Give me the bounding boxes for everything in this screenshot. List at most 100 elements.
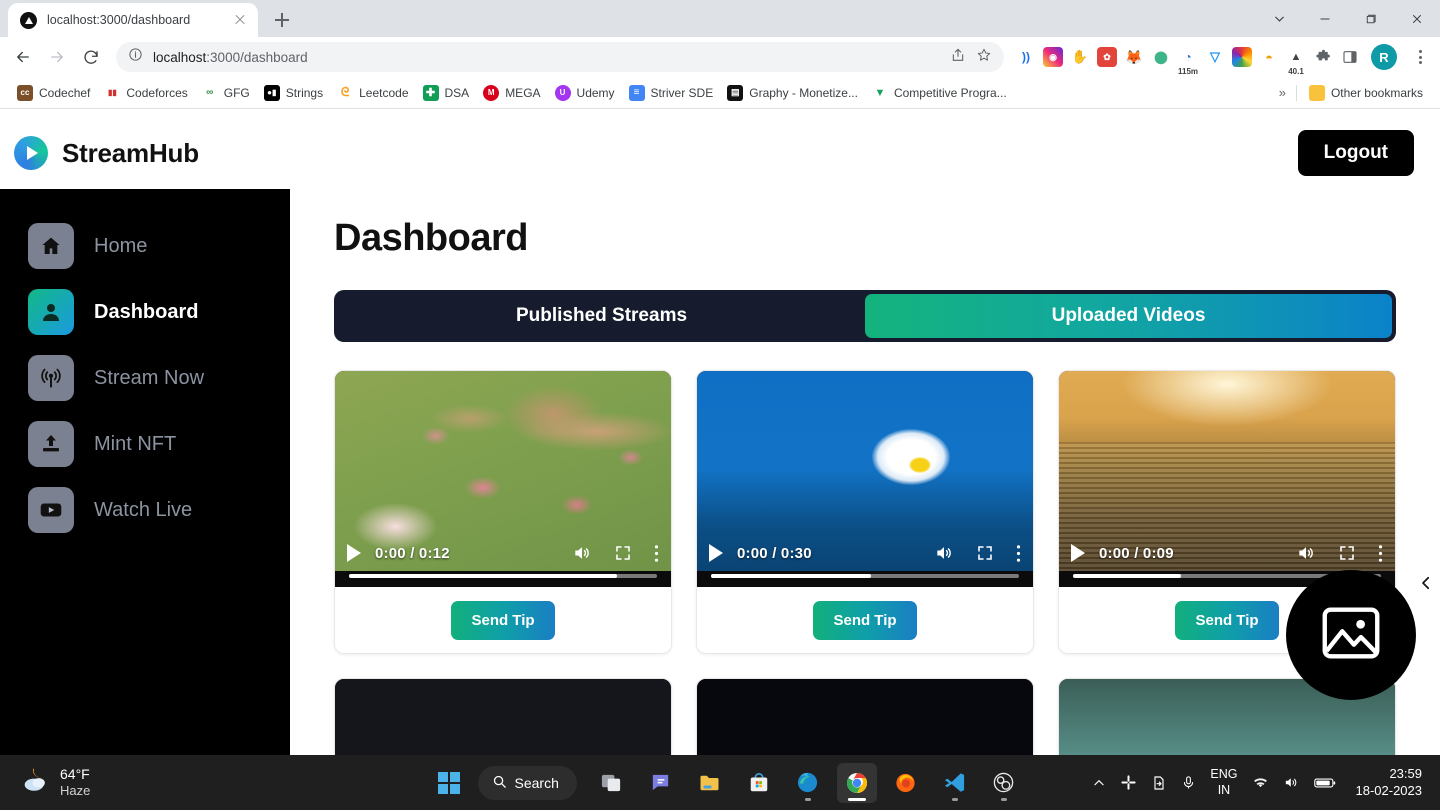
dark-reader-extension[interactable]: ◓ — [1259, 47, 1279, 67]
chrome-icon[interactable] — [836, 762, 877, 803]
task-view-icon[interactable] — [592, 763, 632, 803]
language-indicator[interactable]: ENG IN — [1210, 767, 1237, 798]
other-bookmarks-button[interactable]: Other bookmarks — [1297, 82, 1430, 104]
send-tip-button[interactable]: Send Tip — [813, 600, 917, 640]
video-player[interactable]: 0:00 / 0:12 — [335, 371, 671, 587]
file-explorer-icon[interactable] — [690, 763, 730, 803]
extensions-puzzle-icon[interactable] — [1313, 47, 1333, 67]
forward-button[interactable] — [42, 42, 72, 72]
play-icon[interactable] — [1071, 544, 1085, 562]
wappalyzer-extension[interactable]: ✿ — [1097, 47, 1117, 67]
honey-extension[interactable]: ▽ — [1205, 47, 1225, 67]
side-panel-icon[interactable] — [1340, 47, 1360, 67]
bookmark-mega[interactable]: M MEGA — [476, 82, 547, 104]
video-progress-bar[interactable] — [711, 574, 1019, 578]
chevron-left-icon[interactable] — [1416, 573, 1436, 593]
video-player[interactable] — [697, 679, 1033, 755]
sidebar-item-dashboard[interactable]: Dashboard — [0, 279, 290, 345]
video-player[interactable]: 0:00 / 0:09 — [1059, 371, 1395, 587]
tray-overflow-chevron-icon[interactable] — [1092, 776, 1106, 790]
profile-avatar[interactable]: R — [1371, 44, 1397, 70]
bookmark-competitive-programming[interactable]: ▼ Competitive Progra... — [865, 82, 1014, 104]
play-icon[interactable] — [347, 544, 361, 562]
firefox-icon[interactable] — [886, 763, 926, 803]
video-progress-bar[interactable] — [349, 574, 657, 578]
bookmark-dsa[interactable]: ✚ DSA — [416, 82, 477, 104]
video-player[interactable]: 0:00 / 0:30 — [697, 371, 1033, 587]
colorzilla-extension[interactable] — [1232, 47, 1252, 67]
reload-button[interactable] — [76, 42, 106, 72]
obs-studio-icon[interactable] — [984, 763, 1024, 803]
fullscreen-icon[interactable] — [1338, 544, 1356, 562]
bookmark-codeforces[interactable]: ▮▮ Codeforces — [97, 82, 194, 104]
bookmark-codechef[interactable]: cc Codechef — [10, 82, 97, 104]
brand[interactable]: StreamHub — [14, 136, 199, 170]
volume-icon[interactable] — [1296, 543, 1316, 563]
taskbar-search[interactable]: Search — [477, 765, 577, 800]
fullscreen-icon[interactable] — [614, 544, 632, 562]
tracker-extension[interactable]: ▲ 40.1 — [1286, 47, 1306, 76]
cast-icon[interactable]: )) — [1016, 47, 1036, 67]
speaker-icon[interactable] — [1283, 774, 1300, 791]
sidebar-item-home[interactable]: Home — [0, 213, 290, 279]
new-tab-button[interactable] — [268, 6, 296, 34]
document-transfer-icon[interactable] — [1151, 775, 1167, 791]
clock[interactable]: 23:59 18-02-2023 — [1356, 766, 1423, 800]
battery-icon[interactable] — [1313, 776, 1336, 790]
close-window-button[interactable] — [1394, 0, 1440, 37]
more-options-icon[interactable] — [1378, 544, 1383, 563]
tab-title: localhost:3000/dashboard — [47, 13, 191, 27]
sidebar-item-watch-live[interactable]: Watch Live — [0, 477, 290, 543]
slack-icon[interactable] — [1120, 774, 1137, 791]
chat-teams-icon[interactable] — [641, 763, 681, 803]
minimize-button[interactable] — [1302, 0, 1348, 37]
logout-button[interactable]: Logout — [1297, 130, 1414, 176]
wifi-icon[interactable] — [1252, 774, 1269, 791]
send-tip-button[interactable]: Send Tip — [1175, 600, 1279, 640]
speed-meter-extension[interactable]: ◔ 115m — [1178, 47, 1198, 76]
address-bar[interactable]: localhost:3000/dashboard — [116, 42, 1004, 72]
adblock-extension[interactable]: ✋ — [1070, 47, 1090, 67]
bookmark-label: Codechef — [39, 85, 91, 100]
windows-start-icon[interactable] — [429, 763, 469, 803]
vscode-icon[interactable] — [935, 763, 975, 803]
image-upload-fab[interactable] — [1286, 570, 1416, 700]
instagram-extension[interactable]: ◉ — [1043, 47, 1063, 67]
metamask-extension[interactable]: 🦊 — [1124, 47, 1144, 67]
maximize-button[interactable] — [1348, 0, 1394, 37]
bookmark-gfg[interactable]: ∞ GFG — [195, 82, 257, 104]
more-options-icon[interactable] — [1016, 544, 1021, 563]
star-icon[interactable] — [976, 47, 992, 68]
back-button[interactable] — [8, 42, 38, 72]
bookmarks-overflow-button[interactable]: » — [1269, 85, 1296, 100]
site-info-icon[interactable] — [128, 47, 143, 67]
send-tip-button[interactable]: Send Tip — [451, 600, 555, 640]
bookmark-udemy[interactable]: U Udemy — [548, 82, 622, 104]
tab-uploaded-videos[interactable]: Uploaded Videos — [865, 294, 1392, 338]
weather-text: 64°F Haze — [60, 766, 90, 800]
volume-icon[interactable] — [572, 543, 592, 563]
close-icon[interactable] — [232, 12, 248, 28]
edge-icon[interactable] — [788, 763, 828, 803]
streamhub-favicon — [20, 11, 37, 29]
kebab-menu-icon[interactable] — [1408, 50, 1432, 64]
bookmark-striver-sde[interactable]: ≡ Striver SDE — [622, 82, 721, 104]
share-icon[interactable] — [950, 47, 966, 68]
weather-widget[interactable]: 64°F Haze — [0, 765, 360, 800]
tab-published-streams[interactable]: Published Streams — [338, 294, 865, 338]
fullscreen-icon[interactable] — [976, 544, 994, 562]
volume-icon[interactable] — [934, 543, 954, 563]
sidebar-item-mint-nft[interactable]: Mint NFT — [0, 411, 290, 477]
tab-search-button[interactable] — [1256, 0, 1302, 37]
browser-tab[interactable]: localhost:3000/dashboard — [8, 3, 258, 37]
more-options-icon[interactable] — [654, 544, 659, 563]
sidebar-item-stream-now[interactable]: Stream Now — [0, 345, 290, 411]
bookmark-graphy[interactable]: ▤ Graphy - Monetize... — [720, 82, 865, 104]
microsoft-store-icon[interactable] — [739, 763, 779, 803]
bookmark-strings[interactable]: ●▮ Strings — [257, 82, 330, 104]
bookmark-leetcode[interactable]: ᘓ Leetcode — [330, 82, 415, 104]
play-icon[interactable] — [709, 544, 723, 562]
grammarly-extension[interactable]: ⬤ — [1151, 47, 1171, 67]
video-player[interactable] — [335, 679, 671, 755]
microphone-icon[interactable] — [1181, 775, 1196, 790]
